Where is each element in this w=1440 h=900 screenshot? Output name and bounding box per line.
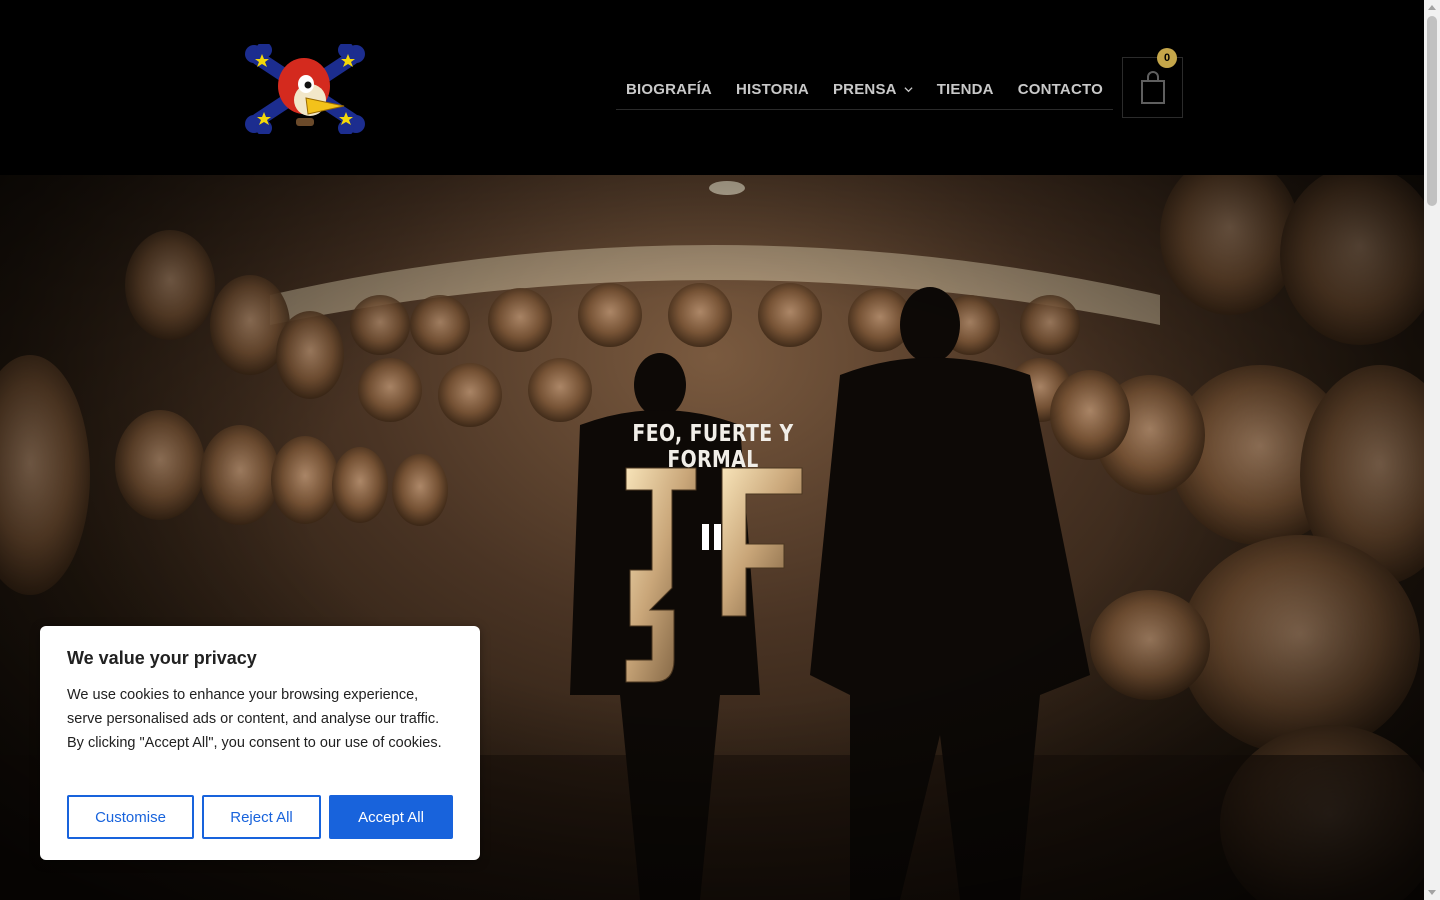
cookie-description: We use cookies to enhance your browsing … xyxy=(67,687,442,751)
cookie-consent-banner: We value your privacy We use cookies to … xyxy=(40,626,480,860)
cart-button[interactable] xyxy=(1122,57,1183,118)
nav-item-tienda[interactable]: TIENDA xyxy=(937,81,994,98)
pause-icon xyxy=(702,524,709,550)
cart-count-badge: 0 xyxy=(1157,48,1177,68)
3f-emblem xyxy=(625,467,803,683)
site-logo[interactable] xyxy=(244,42,366,136)
pause-video-button[interactable] xyxy=(702,524,724,550)
main-navigation: BIOGRAFÍA HISTORIA PRENSA TIENDA CONTACT… xyxy=(616,70,1113,110)
shopping-bag-icon xyxy=(1140,70,1165,104)
page-scrollbar[interactable] xyxy=(1424,0,1440,900)
site-header: BIOGRAFÍA HISTORIA PRENSA TIENDA CONTACT… xyxy=(0,0,1424,175)
customise-button[interactable]: Customise xyxy=(67,795,194,839)
reject-all-button[interactable]: Reject All xyxy=(202,795,321,839)
nav-item-label: BIOGRAFÍA xyxy=(626,81,712,98)
nav-item-biografia[interactable]: BIOGRAFÍA xyxy=(626,81,712,98)
cookie-title: We value your privacy xyxy=(67,648,257,668)
nav-item-label: CONTACTO xyxy=(1017,81,1103,98)
nav-item-contacto[interactable]: CONTACTO xyxy=(1018,81,1103,98)
accept-all-button[interactable]: Accept All xyxy=(329,795,453,839)
nav-item-label: TIENDA xyxy=(936,81,994,98)
cookie-actions: Customise Reject All Accept All xyxy=(67,795,453,839)
scroll-up-icon[interactable] xyxy=(1428,5,1436,10)
nav-item-historia[interactable]: HISTORIA xyxy=(736,81,809,98)
nav-item-label: HISTORIA xyxy=(735,81,809,98)
pause-icon-bar xyxy=(714,524,721,550)
chevron-down-icon xyxy=(904,87,913,93)
scroll-down-icon[interactable] xyxy=(1428,890,1436,895)
scrollbar-thumb[interactable] xyxy=(1427,16,1437,206)
nav-item-label: PRENSA xyxy=(832,81,897,98)
nav-item-prensa[interactable]: PRENSA xyxy=(833,81,913,98)
